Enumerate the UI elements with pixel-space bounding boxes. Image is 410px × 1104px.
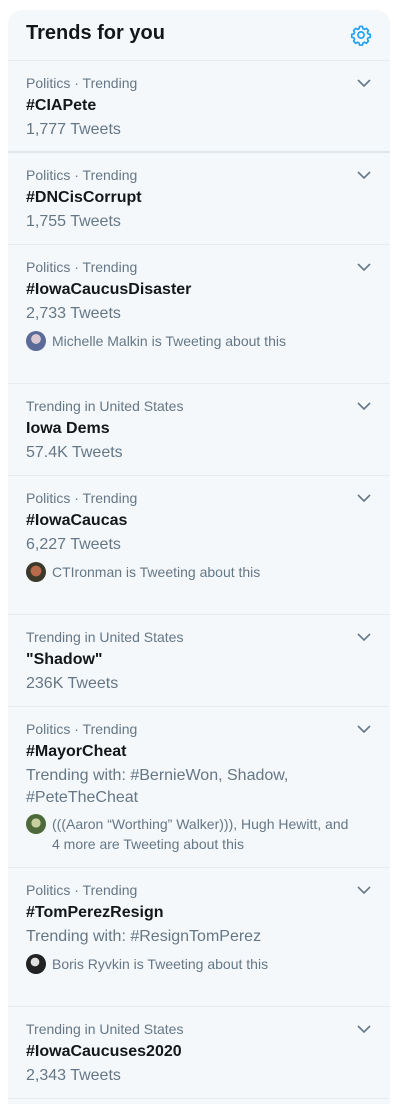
trend-context: Politics · Trending [26, 167, 138, 183]
trend-name: #IowaCaucuses2020 [26, 1043, 182, 1060]
trend-item[interactable]: Politics · Trending #TomPerezResign Tren… [8, 868, 390, 1007]
chevron-down-icon[interactable] [356, 721, 372, 737]
trend-name: #IowaCaucusDisaster [26, 281, 192, 298]
trend-tweet-count: 236K Tweets [26, 675, 119, 692]
trend-name: #CIAPete [26, 97, 97, 114]
chevron-down-icon[interactable] [356, 629, 372, 645]
trend-context: Politics · Trending [26, 882, 138, 898]
trend-name: #DNCisCorrupt [26, 189, 142, 206]
tweeting-about-text: (((Aaron “Worthing” Walker))), Hugh Hewi… [52, 816, 349, 852]
trend-tweet-count: 1,755 Tweets [26, 213, 121, 230]
trend-context: Trending in United States [26, 629, 184, 645]
chevron-down-icon[interactable] [356, 259, 372, 275]
trend-tweet-count: 2,343 Tweets [26, 1067, 121, 1084]
trend-tweet-count: 57.4K Tweets [26, 444, 123, 461]
trend-item[interactable]: Politics · Trending #MayorCheat Trending… [8, 707, 390, 868]
trend-related: Trending with: #BernieWon, Shadow, #Pete… [26, 767, 289, 806]
avatar [26, 331, 46, 351]
trends-panel: Trends for you Politics · Trending #CIAP… [8, 10, 390, 1104]
trend-context: Trending in United States [26, 1021, 184, 1037]
trend-item[interactable]: Politics · Trending #IowaCaucas 6,227 Tw… [8, 476, 390, 615]
gear-icon[interactable] [350, 24, 372, 46]
tweeting-about-row: (((Aaron “Worthing” Walker))), Hugh Hewi… [26, 814, 352, 854]
trend-context: Trending in United States [26, 398, 184, 414]
chevron-down-icon[interactable] [356, 882, 372, 898]
trend-item[interactable]: Politics · Trending #IowaCaucusDisaster … [8, 245, 390, 384]
avatar [26, 954, 46, 974]
chevron-down-icon[interactable] [356, 75, 372, 91]
trends-header: Trends for you [8, 10, 390, 61]
trend-tweet-count: 2,733 Tweets [26, 305, 121, 322]
tweeting-about-row: Michelle Malkin is Tweeting about this [26, 331, 352, 351]
trend-context: Politics · Trending [26, 75, 138, 91]
trend-name: #MayorCheat [26, 743, 127, 760]
chevron-down-icon[interactable] [356, 1021, 372, 1037]
trend-item[interactable]: Trending in United States Iowa Dems 57.4… [8, 384, 390, 476]
trend-name: Iowa Dems [26, 420, 110, 437]
trend-related: Trending with: #ResignTomPerez [26, 928, 262, 945]
tweeting-about-text: Michelle Malkin is Tweeting about this [52, 333, 286, 349]
chevron-down-icon[interactable] [356, 490, 372, 506]
trend-context: Politics · Trending [26, 721, 138, 737]
trend-item[interactable]: Politics · Trending #DNCisCorrupt 1,755 … [8, 153, 390, 245]
trend-tweet-count: 6,227 Tweets [26, 536, 121, 553]
avatar [26, 814, 46, 834]
trend-tweet-count: 1,777 Tweets [26, 121, 121, 138]
trends-title: Trends for you [26, 22, 165, 44]
tweeting-about-text: CTIronman is Tweeting about this [52, 564, 261, 580]
trend-item[interactable]: Trending in United States "Shadow" 236K … [8, 615, 390, 707]
trend-name: #TomPerezResign [26, 904, 164, 921]
trend-item[interactable]: Trending in United States #IowaCaucuses2… [8, 1007, 390, 1099]
trend-item[interactable]: Politics · Trending #CIAPete 1,777 Tweet… [8, 61, 390, 153]
trend-name: #IowaCaucas [26, 512, 128, 529]
trend-context: Politics · Trending [26, 259, 138, 275]
chevron-down-icon[interactable] [356, 167, 372, 183]
chevron-down-icon[interactable] [356, 398, 372, 414]
tweeting-about-text: Boris Ryvkin is Tweeting about this [52, 956, 269, 972]
trend-name: "Shadow" [26, 651, 103, 668]
tweeting-about-row: Boris Ryvkin is Tweeting about this [26, 954, 352, 974]
trend-context: Politics · Trending [26, 490, 138, 506]
tweeting-about-row: CTIronman is Tweeting about this [26, 562, 352, 582]
avatar [26, 562, 46, 582]
